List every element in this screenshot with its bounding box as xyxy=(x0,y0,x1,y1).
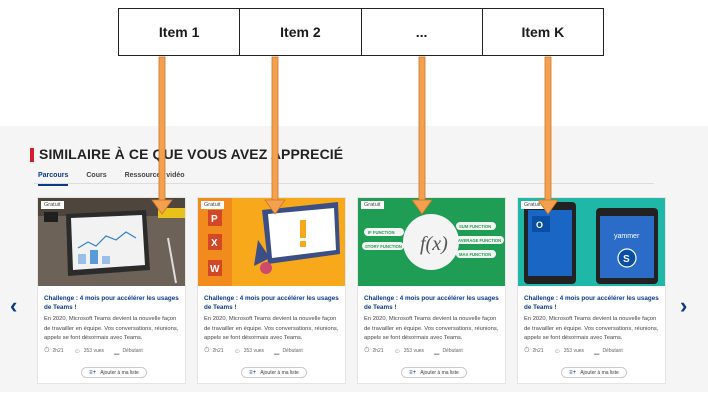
duration-value: 2h21 xyxy=(212,348,224,354)
card-description: En 2020, Microsoft Teams devient la nouv… xyxy=(364,316,499,341)
level-value: Débutant xyxy=(282,348,303,354)
course-card-4[interactable]: O yammer S Gratuit Challenge : 4 mois po… xyxy=(517,197,666,384)
add-to-list-button[interactable]: ≡+ Ajouter à ma liste xyxy=(561,367,627,378)
views: ☺ 353 vues xyxy=(74,348,104,355)
card-meta: ⏱ 2h21 ☺ 353 vues ▁ Débutant xyxy=(44,347,143,355)
fn-label: SUM FUNCTION xyxy=(459,224,491,229)
add-label: Ajouter à ma liste xyxy=(260,369,299,376)
card-meta: ⏱ 2h21 ☺ 353 vues ▁ Débutant xyxy=(364,347,463,355)
add-to-list-button[interactable]: ≡+ Ajouter à ma liste xyxy=(401,367,467,378)
svg-text:S: S xyxy=(623,254,630,265)
views-value: 353 vues xyxy=(243,348,265,354)
card-description: En 2020, Microsoft Teams devient la nouv… xyxy=(44,316,179,341)
svg-text:P: P xyxy=(211,214,218,225)
level: ▁ Débutant xyxy=(434,347,463,355)
card-description: En 2020, Microsoft Teams devient la nouv… xyxy=(524,316,659,341)
stopwatch-icon: ⏱ xyxy=(44,347,50,354)
thumbnail-phones: O yammer S xyxy=(518,198,665,286)
stopwatch-icon: ⏱ xyxy=(524,347,530,354)
card-description: En 2020, Microsoft Teams devient la nouv… xyxy=(204,316,339,341)
card-meta: ⏱ 2h21 ☺ 353 vues ▁ Débutant xyxy=(204,347,303,355)
add-label: Ajouter à ma liste xyxy=(420,369,459,376)
svg-text:X: X xyxy=(211,238,218,249)
level: ▁ Débutant xyxy=(274,347,303,355)
thumbnail-tablet xyxy=(38,198,185,286)
item-box-ellipsis: ... xyxy=(362,9,483,55)
playlist-add-icon: ≡+ xyxy=(89,369,97,376)
card-title[interactable]: Challenge : 4 mois pour accélérer les us… xyxy=(364,294,502,312)
signal-icon: ▁ xyxy=(274,348,280,355)
tab-divider xyxy=(34,183,654,184)
section-title: SIMILAIRE À CE QUE VOUS AVEZ APPRECIÉ xyxy=(39,146,344,162)
stopwatch-icon: ⏱ xyxy=(364,347,370,354)
users-icon: ☺ xyxy=(233,347,241,355)
course-card-3[interactable]: f(x) IF FUNCTION STORY FUNCTION SUM FUNC… xyxy=(357,197,506,384)
duration: ⏱ 2h21 xyxy=(524,347,544,355)
playlist-add-icon: ≡+ xyxy=(569,369,577,376)
chevron-left-icon[interactable]: ‹ xyxy=(10,295,17,317)
item-row: Item 1 Item 2 ... Item K xyxy=(118,8,604,56)
users-icon: ☺ xyxy=(73,347,81,355)
views: ☺ 353 vues xyxy=(554,348,584,355)
views-value: 353 vues xyxy=(563,348,585,354)
signal-icon: ▁ xyxy=(434,348,440,355)
card-title[interactable]: Challenge : 4 mois pour accélérer les us… xyxy=(44,294,182,312)
duration-value: 2h21 xyxy=(532,348,544,354)
fn-label: AVERAGE FUNCTION xyxy=(458,238,501,243)
views: ☺ 353 vues xyxy=(394,348,424,355)
add-to-list-button[interactable]: ≡+ Ajouter à ma liste xyxy=(241,367,307,378)
price-badge: Gratuit xyxy=(521,201,544,209)
svg-text:O: O xyxy=(536,220,543,230)
thumbnail-functions: f(x) IF FUNCTION STORY FUNCTION SUM FUNC… xyxy=(358,198,505,286)
course-card-2[interactable]: P X W Gratuit Challenge : 4 mois pour ac… xyxy=(197,197,346,384)
thumbnail-office: P X W xyxy=(198,198,345,286)
users-icon: ☺ xyxy=(393,347,401,355)
card-title[interactable]: Challenge : 4 mois pour accélérer les us… xyxy=(524,294,662,312)
level-value: Débutant xyxy=(602,348,623,354)
fn-label: MAX FUNCTION xyxy=(459,252,491,257)
signal-icon: ▁ xyxy=(114,348,120,355)
views-value: 353 vues xyxy=(403,348,425,354)
chevron-right-icon[interactable]: › xyxy=(680,295,687,317)
duration-value: 2h21 xyxy=(372,348,384,354)
title-accent-bar xyxy=(30,148,34,162)
stopwatch-icon: ⏱ xyxy=(204,347,210,354)
views-value: 353 vues xyxy=(83,348,105,354)
playlist-add-icon: ≡+ xyxy=(249,369,257,376)
yammer-label: yammer xyxy=(614,233,640,240)
views: ☺ 353 vues xyxy=(234,348,264,355)
level: ▁ Débutant xyxy=(114,347,143,355)
duration: ⏱ 2h21 xyxy=(364,347,384,355)
price-badge: Gratuit xyxy=(201,201,224,209)
duration-value: 2h21 xyxy=(52,348,64,354)
price-badge: Gratuit xyxy=(41,201,64,209)
price-badge: Gratuit xyxy=(361,201,384,209)
svg-text:W: W xyxy=(210,264,220,275)
card-title[interactable]: Challenge : 4 mois pour accélérer les us… xyxy=(204,294,342,312)
card-meta: ⏱ 2h21 ☺ 353 vues ▁ Débutant xyxy=(524,347,623,355)
duration: ⏱ 2h21 xyxy=(44,347,64,355)
item-box-2: Item 2 xyxy=(240,9,362,55)
users-icon: ☺ xyxy=(553,347,561,355)
item-box-k: Item K xyxy=(521,24,565,40)
add-to-list-button[interactable]: ≡+ Ajouter à ma liste xyxy=(81,367,147,378)
level-value: Débutant xyxy=(442,348,463,354)
add-label: Ajouter à ma liste xyxy=(580,369,619,376)
fn-label: STORY FUNCTION xyxy=(365,244,402,249)
level: ▁ Débutant xyxy=(594,347,623,355)
level-value: Débutant xyxy=(122,348,143,354)
playlist-add-icon: ≡+ xyxy=(409,369,417,376)
duration: ⏱ 2h21 xyxy=(204,347,224,355)
fn-label: IF FUNCTION xyxy=(368,230,395,235)
add-label: Ajouter à ma liste xyxy=(100,369,139,376)
fx-label: f(x) xyxy=(420,233,448,255)
item-box-1: Item 1 xyxy=(119,9,241,55)
signal-icon: ▁ xyxy=(594,348,600,355)
course-card-1[interactable]: Gratuit Challenge : 4 mois pour accélére… xyxy=(37,197,186,384)
